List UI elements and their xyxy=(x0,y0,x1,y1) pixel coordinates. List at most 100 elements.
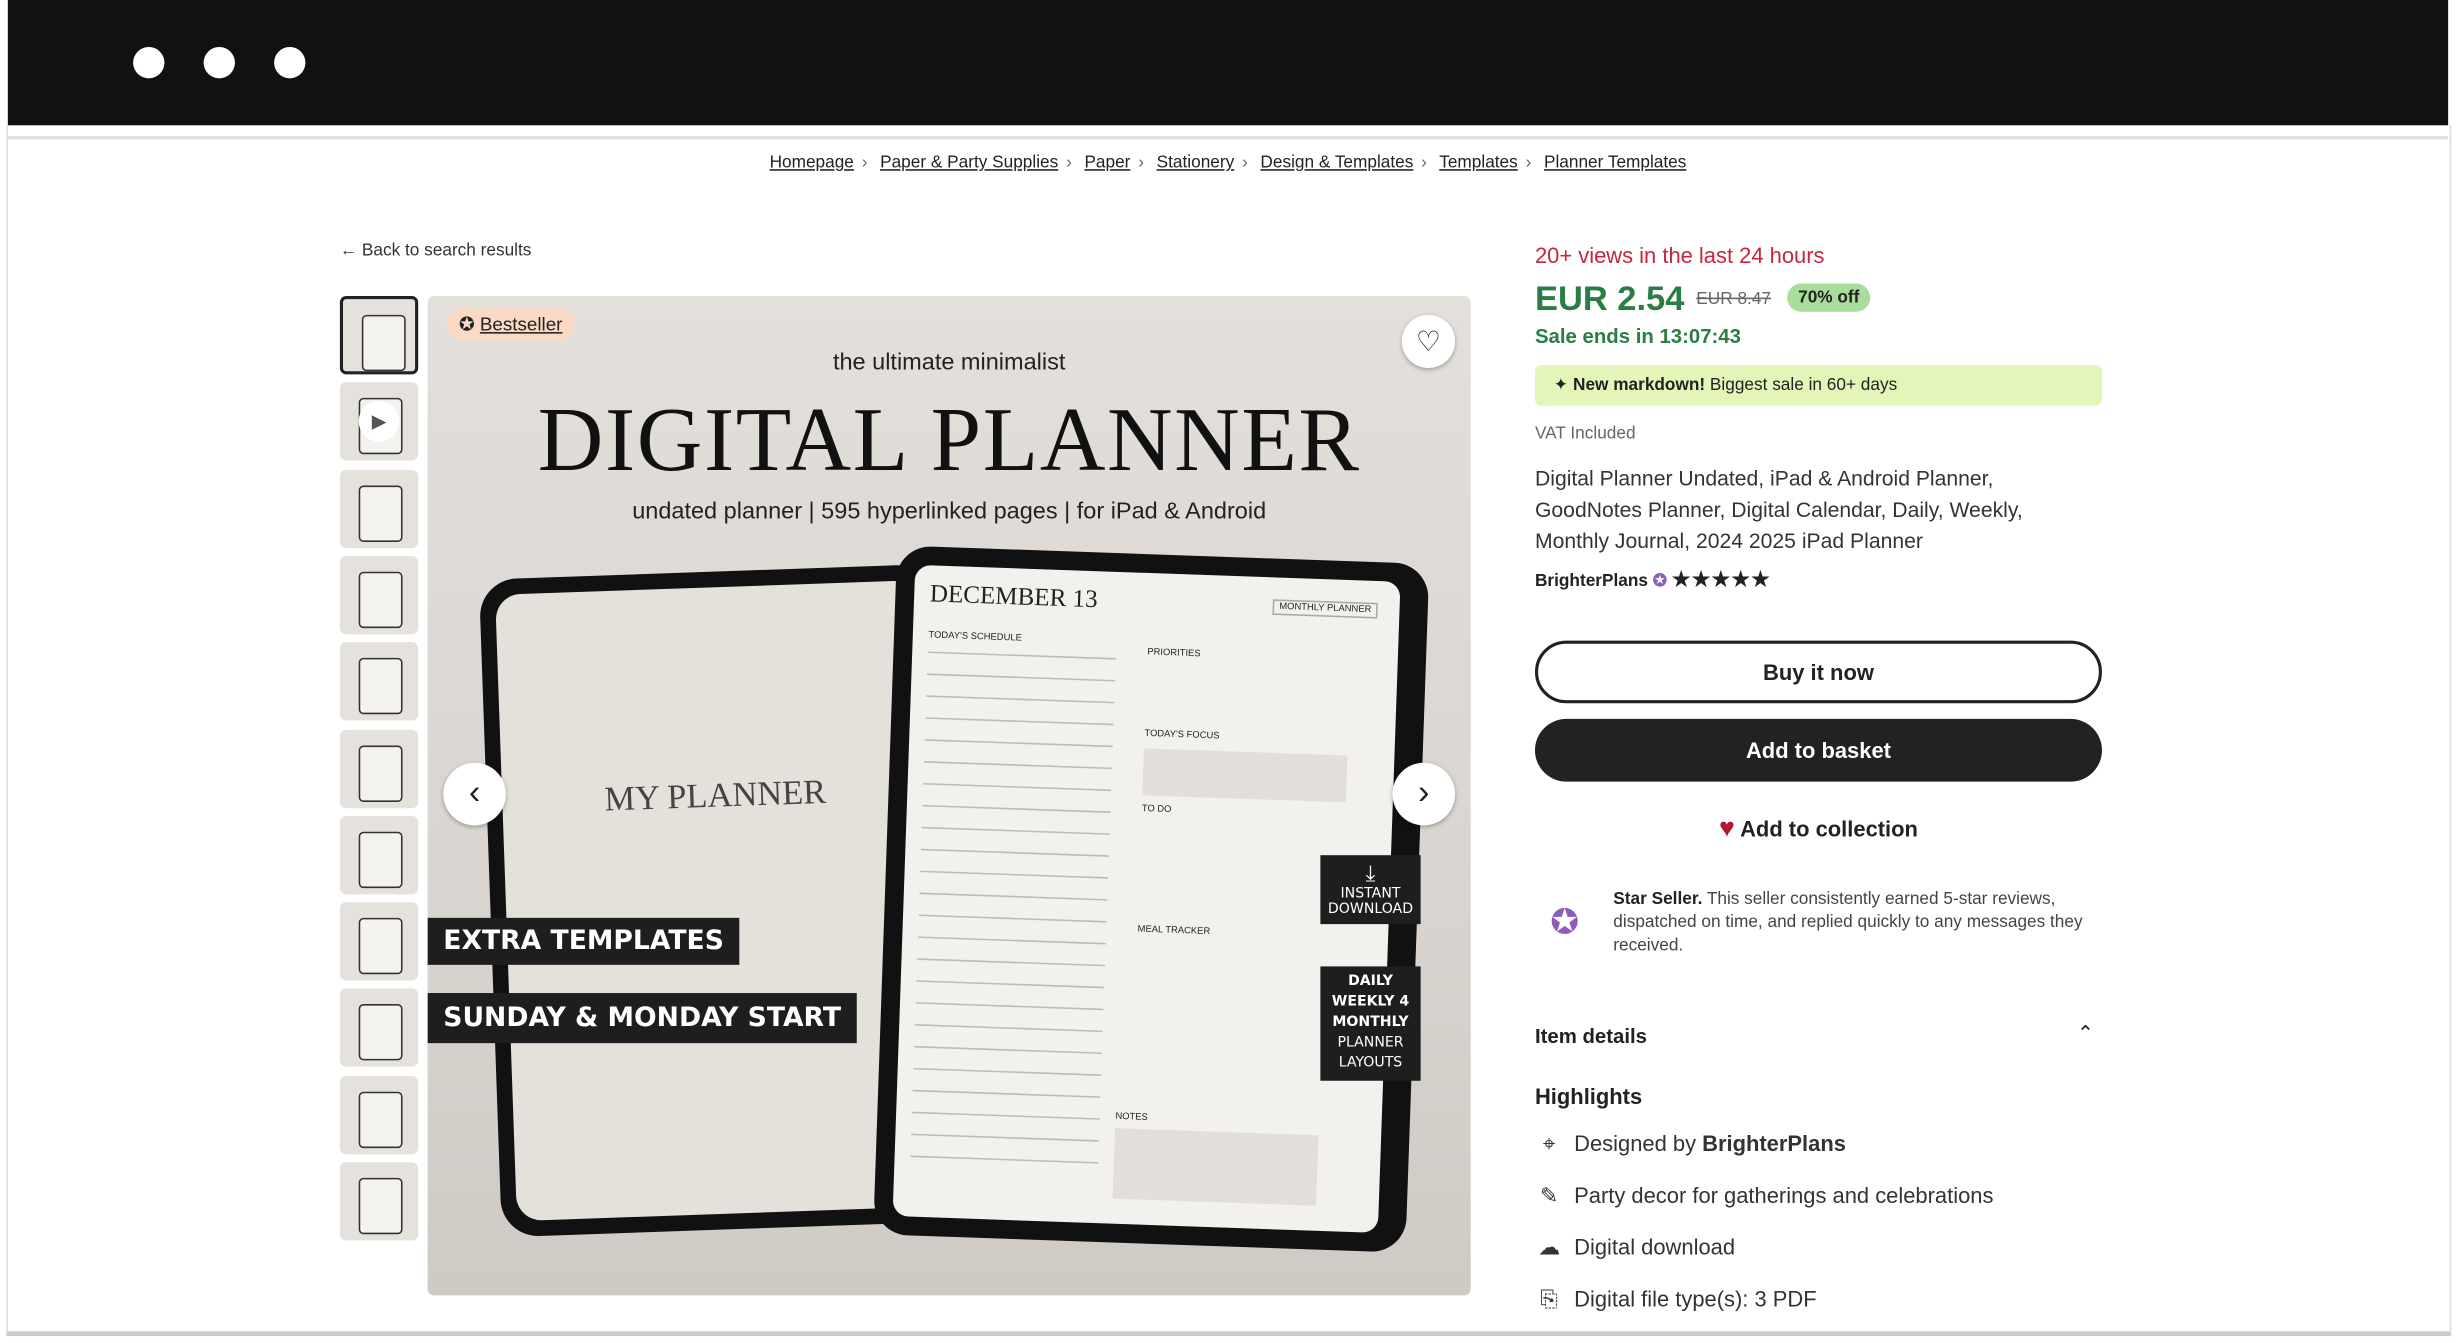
breadcrumb-planner-templates[interactable]: Planner Templates xyxy=(1544,153,1686,172)
highlights-heading: Highlights xyxy=(1534,1083,1643,1109)
focus-box xyxy=(1142,748,1348,803)
design-cursor-icon: ⌖ xyxy=(1542,1130,1556,1156)
breadcrumb-stationery[interactable]: Stationery xyxy=(1157,153,1235,172)
planner-line xyxy=(927,651,1116,660)
item-details-toggle[interactable]: Item details xyxy=(1535,1024,1647,1047)
tag-layouts: DAILY WEEKLY 4 MONTHLY PLANNER LAYOUTS xyxy=(1320,966,1421,1081)
previous-image-button[interactable]: ‹ xyxy=(443,762,506,826)
thumbnail-1[interactable] xyxy=(339,296,419,375)
discount-badge: 70% off xyxy=(1787,283,1871,312)
chevron-right-icon: › xyxy=(861,153,868,173)
planner-line xyxy=(911,1133,1099,1142)
planner-line xyxy=(915,1002,1104,1011)
tag-extra-templates: EXTRA TEMPLATES xyxy=(427,917,740,965)
planner-notes: NOTES xyxy=(1115,1112,1148,1124)
bestseller-badge: ✪ Bestseller xyxy=(446,308,575,340)
planner-focus: TODAY'S FOCUS xyxy=(1144,729,1220,742)
window-minimize-button[interactable] xyxy=(203,46,235,79)
seller-link[interactable]: BrighterPlans xyxy=(1535,572,1648,591)
favorite-heart-button[interactable]: ♡ xyxy=(1401,314,1456,369)
paperclip-icon: ⎘ xyxy=(1540,1285,1558,1311)
planner-priorities: PRIORITIES xyxy=(1147,648,1201,660)
highlight-download: ☁ Digital download xyxy=(1535,1234,1735,1261)
thumbnail-9[interactable] xyxy=(339,988,419,1068)
planner-line xyxy=(914,1045,1102,1055)
image-title: DIGITAL PLANNER xyxy=(537,388,1361,491)
planner-line xyxy=(913,1067,1102,1076)
chevron-right-icon: › xyxy=(1242,153,1248,173)
planner-line xyxy=(921,826,1110,835)
chevron-right-icon: › xyxy=(1066,153,1072,173)
thumbnail-7[interactable] xyxy=(339,815,419,895)
window-maximize-button[interactable] xyxy=(274,46,306,79)
planner-todo: TO DO xyxy=(1141,804,1172,816)
thumbnail-5[interactable] xyxy=(339,642,419,721)
tag-sunday-monday: SUNDAY & MONDAY START xyxy=(427,993,857,1044)
seller-row: BrighterPlans ✪ ★★★★★ xyxy=(1535,567,1771,592)
thumbnail-8[interactable] xyxy=(339,902,419,981)
bestseller-label: Bestseller xyxy=(479,313,563,336)
thumbnail-6[interactable] xyxy=(339,729,419,808)
planner-line xyxy=(920,870,1109,879)
arrow-left-icon: ← xyxy=(339,241,362,261)
back-to-search-link[interactable]: ← Back to search results xyxy=(340,241,532,260)
planner-line xyxy=(926,695,1115,704)
image-kicker: the ultimate minimalist xyxy=(832,349,1066,376)
planner-line xyxy=(925,717,1114,726)
rating-stars: ★★★★★ xyxy=(1672,567,1772,591)
planner-line xyxy=(919,892,1108,901)
breadcrumb-paper[interactable]: Paper xyxy=(1084,153,1130,172)
planner-tab: MONTHLY PLANNER xyxy=(1272,599,1378,619)
product-image: ✪ Bestseller the ultimate minimalist DIG… xyxy=(427,296,1471,1296)
planner-line xyxy=(917,958,1106,967)
planner-line xyxy=(916,980,1105,989)
thumbnail-11[interactable] xyxy=(339,1162,419,1241)
thumbnail-10[interactable] xyxy=(339,1075,419,1154)
add-to-basket-button[interactable]: Add to basket xyxy=(1534,718,2102,782)
planner-line xyxy=(917,936,1106,945)
planner-schedule: TODAY'S SCHEDULE xyxy=(928,631,1022,644)
buy-now-button[interactable]: Buy it now xyxy=(1534,640,2102,704)
vat-note: VAT Included xyxy=(1534,424,1636,444)
image-subtitle: undated planner | 595 hyperlinked pages … xyxy=(632,498,1267,525)
planner-line xyxy=(927,673,1115,682)
planner-line xyxy=(911,1111,1100,1120)
breadcrumb-templates[interactable]: Templates xyxy=(1439,153,1518,172)
chevron-right-icon: › xyxy=(1525,153,1532,173)
planner-line xyxy=(910,1155,1099,1164)
planner-line xyxy=(912,1089,1101,1098)
breadcrumb-design-templates[interactable]: Design & Templates xyxy=(1260,153,1413,172)
planner-line xyxy=(924,739,1113,748)
cover-text: MY PLANNER xyxy=(603,771,827,819)
breadcrumb: Homepage › Paper & Party Supplies › Paper ›… xyxy=(0,153,2456,172)
planner-line xyxy=(914,1024,1103,1033)
heart-icon: ♥ xyxy=(1718,812,1735,843)
markdown-banner: ✦ New markdown! Biggest sale in 60+ days xyxy=(1534,364,2102,406)
thumbnail-2[interactable]: ▶ xyxy=(339,382,419,461)
chevron-up-icon[interactable]: ⌃ xyxy=(2077,1021,2094,1046)
notes-box xyxy=(1112,1128,1319,1206)
highlight-party: ✎ Party decor for gatherings and celebrat… xyxy=(1535,1183,1994,1210)
back-link-label: Back to search results xyxy=(361,241,532,261)
views-notice: 20+ views in the last 24 hours xyxy=(1534,242,1825,268)
planner-line xyxy=(920,848,1109,857)
window-titlebar xyxy=(7,0,2449,126)
cloud-download-icon: ☁ xyxy=(1538,1234,1561,1260)
planner-date: DECEMBER 13 xyxy=(929,581,1099,614)
planner-meal: MEAL TRACKER xyxy=(1137,925,1211,938)
sale-timer: Sale ends in 13:07:43 xyxy=(1534,324,1741,348)
planner-line xyxy=(923,782,1112,792)
add-to-collection-button[interactable]: ♥ Add to collection xyxy=(1535,797,2102,860)
breadcrumb-paper-party[interactable]: Paper & Party Supplies xyxy=(880,153,1058,172)
planner-line xyxy=(918,914,1107,923)
window-close-button[interactable] xyxy=(133,46,165,79)
tag-instant-download: ⤓ INSTANT DOWNLOAD xyxy=(1320,855,1421,925)
thumbnail-4[interactable] xyxy=(339,555,419,635)
breadcrumb-homepage[interactable]: Homepage xyxy=(770,153,854,172)
sale-price: EUR 2.54 xyxy=(1534,278,1685,318)
next-image-button[interactable]: › xyxy=(1392,762,1456,826)
thumbnail-3[interactable] xyxy=(339,469,419,548)
planner-line xyxy=(922,804,1111,813)
product-title: Digital Planner Undated, iPad & Android … xyxy=(1534,466,2023,553)
highlight-file-types: ⎘ Digital file type(s): 3 PDF xyxy=(1535,1285,1816,1313)
